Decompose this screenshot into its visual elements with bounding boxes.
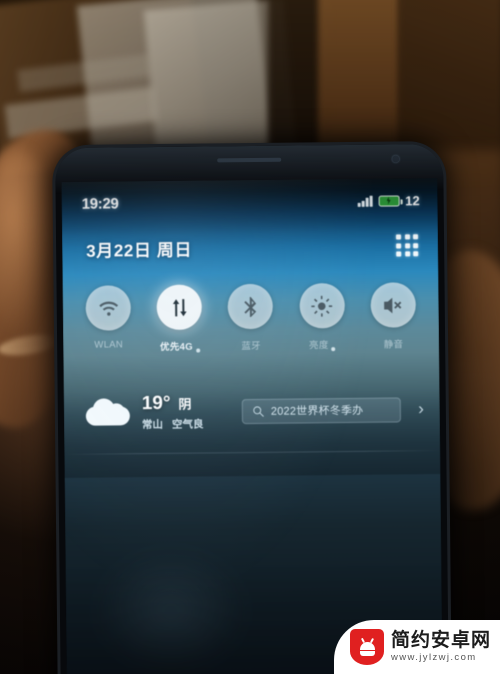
android-robot-icon bbox=[359, 637, 376, 656]
watermark-url: www.jylzwj.com bbox=[391, 651, 477, 663]
watermark-text: 简约安卓网 www.jylzwj.com bbox=[391, 631, 491, 663]
android-shield-logo bbox=[350, 629, 384, 665]
toggle-brightness[interactable]: 亮度 bbox=[291, 283, 354, 352]
toggle-bluetooth[interactable]: 蓝牙 bbox=[219, 283, 282, 353]
weather-condition: 阴 bbox=[178, 396, 192, 412]
weather-city: 常山 bbox=[141, 418, 164, 431]
toggle-mobile-data[interactable]: 优先4G bbox=[148, 284, 211, 353]
toggle-mobile-data-label: 优先4G bbox=[160, 339, 200, 353]
mute-icon[interactable] bbox=[370, 282, 416, 328]
search-input[interactable]: 2022世界杯冬季办 bbox=[241, 396, 402, 424]
wifi-icon[interactable] bbox=[85, 285, 132, 331]
weather-search-card[interactable]: 19° 阴 常山 空气良 2022世界杯冬季办 › bbox=[63, 374, 440, 448]
front-camera bbox=[392, 155, 400, 163]
toggle-mute[interactable]: 静音 bbox=[362, 282, 425, 351]
weather-air-quality: 空气良 bbox=[171, 418, 204, 431]
weather-temperature: 19° bbox=[141, 392, 171, 414]
earpiece-speaker bbox=[217, 157, 282, 163]
status-bar: 19:29 12 bbox=[61, 178, 437, 226]
toggle-wlan-label: WLAN bbox=[94, 339, 124, 351]
signal-bars-icon bbox=[357, 195, 373, 207]
quick-settings-toggles: WLAN 优先4G 蓝牙 亮度 静音 bbox=[63, 282, 440, 378]
battery-percent-label: 12 bbox=[405, 192, 420, 208]
cloud-icon bbox=[85, 397, 130, 427]
screen-smudge bbox=[95, 550, 247, 672]
weather-info[interactable]: 19° 阴 常山 空气良 bbox=[142, 392, 230, 432]
toggle-brightness-label: 亮度 bbox=[309, 337, 336, 351]
watermark-title: 简约安卓网 bbox=[391, 630, 492, 652]
toggle-arrow-dot[interactable] bbox=[195, 348, 200, 353]
date-label: 3月22日 周日 bbox=[86, 240, 193, 261]
battery-charging-icon bbox=[378, 194, 400, 207]
bluetooth-icon[interactable] bbox=[227, 283, 274, 330]
toggle-bluetooth-label: 蓝牙 bbox=[241, 340, 261, 353]
toggle-arrow-dot[interactable] bbox=[331, 347, 336, 352]
chevron-right-icon[interactable]: › bbox=[413, 399, 424, 419]
brightness-icon[interactable] bbox=[299, 283, 345, 329]
site-watermark: 简约安卓网 www.jylzwj.com bbox=[334, 620, 500, 674]
search-icon bbox=[253, 405, 264, 417]
date-row: 3月22日 周日 bbox=[62, 222, 438, 272]
mobile-data-icon[interactable] bbox=[156, 284, 203, 330]
charging-bolt-icon bbox=[387, 197, 391, 205]
search-query-text: 2022世界杯冬季办 bbox=[270, 404, 364, 418]
toggle-wlan[interactable]: WLAN bbox=[77, 285, 140, 351]
status-icons: 12 bbox=[357, 192, 420, 209]
status-clock: 19:29 bbox=[81, 194, 119, 213]
toggle-mute-label: 静音 bbox=[383, 339, 404, 351]
app-grid-icon[interactable] bbox=[396, 234, 419, 257]
phone-screen: 19:29 12 3月22日 周日 WLAN 优先4G 蓝牙 亮度 静音 19°… bbox=[61, 178, 443, 674]
phone-device: 19:29 12 3月22日 周日 WLAN 优先4G 蓝牙 亮度 静音 19°… bbox=[55, 143, 449, 674]
